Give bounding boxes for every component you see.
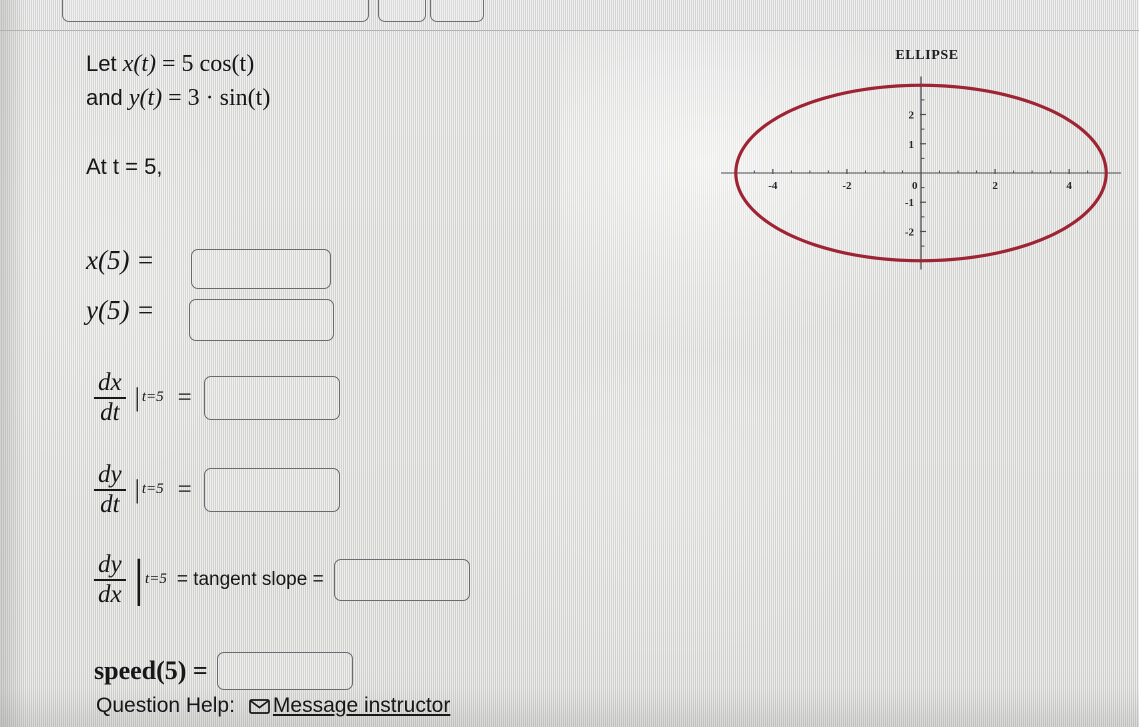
evaluation-bar-icon: | xyxy=(134,382,140,412)
dydx-fraction: dy dx xyxy=(94,552,126,607)
dydx-row: dy dx | t=5 = tangent slope = xyxy=(94,552,470,607)
dydt-denominator: dt xyxy=(100,490,120,518)
dxdt-evaluation-point: t=5 xyxy=(141,389,164,405)
question-help-row: Question Help: Message instructor xyxy=(96,694,450,718)
speed-row: speed(5) = xyxy=(94,652,353,690)
envelope-icon xyxy=(249,698,270,714)
svg-text:2: 2 xyxy=(992,180,998,192)
dxdt-fraction: dx dt xyxy=(94,370,126,425)
ellipse-graph-panel: ELLIPSE -4 -2 0 2 4 -2 -1 1 2 xyxy=(700,48,1130,288)
svg-text:1: 1 xyxy=(909,139,915,151)
message-instructor-link[interactable]: Message instructor xyxy=(273,694,450,718)
cropped-answer-box-2[interactable] xyxy=(378,0,426,22)
svg-text:-1: -1 xyxy=(905,197,914,209)
statement-prefix-1: Let xyxy=(86,51,123,76)
plot-tick-labels: -4 -2 0 2 4 -2 -1 1 2 xyxy=(768,110,1072,239)
statement-prefix-2: and xyxy=(86,85,129,110)
top-cropped-widgets xyxy=(0,0,1139,31)
y5-label: y(5) = xyxy=(86,295,155,325)
question-help-label: Question Help: xyxy=(96,694,235,717)
dydt-equals-sign: = xyxy=(177,475,192,503)
dydx-numerator: dy xyxy=(98,551,122,578)
y5-input[interactable] xyxy=(189,299,334,341)
svg-text:2: 2 xyxy=(909,110,915,122)
problem-statement-line-2: and y(t) = 3 · sin(t) xyxy=(86,81,270,115)
dydt-fraction: dy dt xyxy=(94,462,126,517)
question-content: Let x(t) = 5 cos(t) and y(t) = 3 · sin(t… xyxy=(0,30,640,727)
problem-statement: Let x(t) = 5 cos(t) and y(t) = 3 · sin(t… xyxy=(86,47,270,115)
dydt-numerator: dy xyxy=(98,461,122,488)
dydt-row: dy dt | t=5 = xyxy=(94,462,340,517)
dydx-evaluation-point: t=5 xyxy=(145,571,167,587)
y-of-t: y(t) xyxy=(128,85,163,111)
dxdt-input[interactable] xyxy=(203,375,340,420)
ellipse-plot: -4 -2 0 2 4 -2 -1 1 2 xyxy=(721,76,1121,270)
speed-label: speed(5) = xyxy=(94,656,208,685)
dydt-evaluation-point: t=5 xyxy=(141,481,164,497)
cropped-answer-box-3[interactable] xyxy=(430,0,484,22)
cropped-answer-box-1[interactable] xyxy=(62,0,369,22)
plot-axes xyxy=(721,76,1121,270)
tangent-slope-text: = tangent slope = xyxy=(176,568,324,590)
x-of-t: x(t) xyxy=(122,51,157,77)
y-of-t-equation: = 3 · sin(t) xyxy=(162,85,271,111)
y5-row: y(5) = xyxy=(86,295,154,326)
svg-text:4: 4 xyxy=(1066,180,1072,192)
svg-text:0: 0 xyxy=(912,180,918,192)
x5-row: x(5) = xyxy=(86,245,154,276)
dxdt-numerator: dx xyxy=(98,369,122,396)
graph-title: ELLIPSE xyxy=(895,48,959,63)
dydt-input[interactable] xyxy=(203,467,340,512)
x5-input[interactable] xyxy=(191,249,331,289)
dydx-denominator: dx xyxy=(98,580,122,608)
svg-text:-4: -4 xyxy=(768,180,778,192)
svg-text:-2: -2 xyxy=(842,180,852,192)
dxdt-equals-sign: = xyxy=(177,383,192,411)
problem-statement-line-1: Let x(t) = 5 cos(t) xyxy=(86,47,270,81)
tangent-slope-input[interactable] xyxy=(333,558,470,601)
speed-input[interactable] xyxy=(216,652,353,690)
evaluation-bar-icon: | xyxy=(134,474,140,504)
x5-label: x(5) = xyxy=(86,245,155,275)
dxdt-denominator: dt xyxy=(100,398,120,426)
evaluation-bar-icon: | xyxy=(133,550,145,608)
dxdt-row: dx dt | t=5 = xyxy=(94,370,340,425)
x-of-t-equation: = 5 cos(t) xyxy=(156,51,255,77)
at-t-equals-5-text: At t = 5, xyxy=(86,154,163,179)
svg-text:-2: -2 xyxy=(905,226,915,238)
